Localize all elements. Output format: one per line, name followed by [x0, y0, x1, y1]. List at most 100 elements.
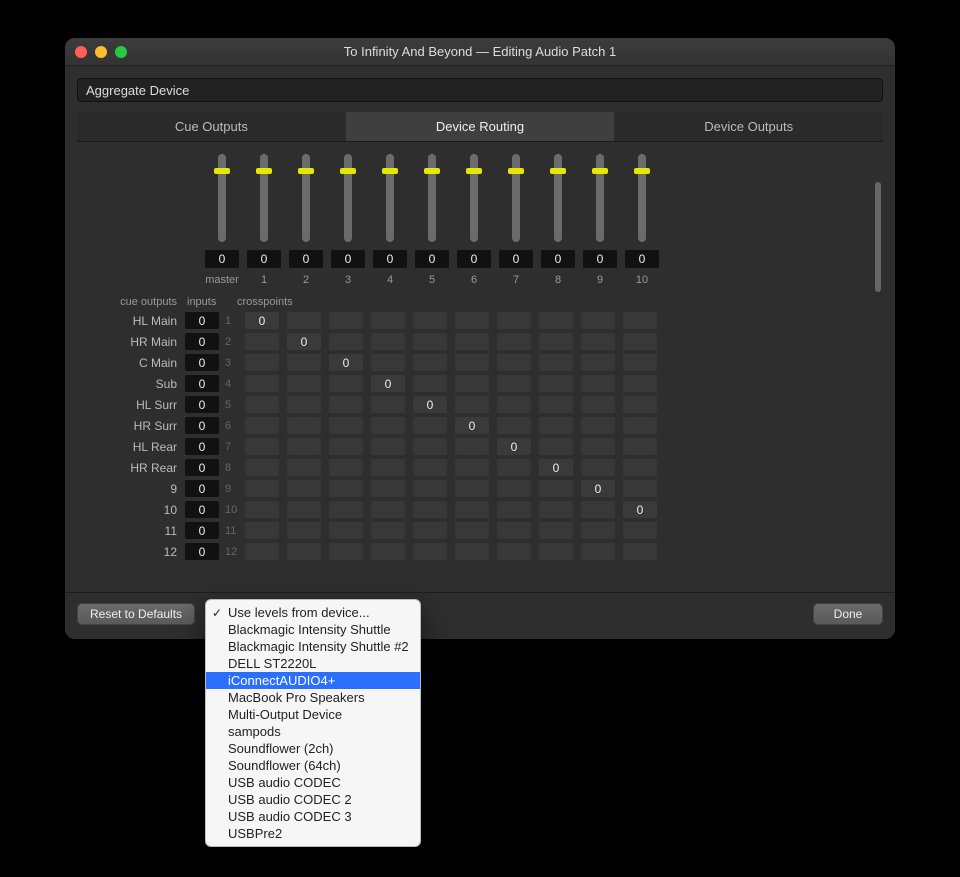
row-input-value[interactable]: 0 — [185, 522, 219, 539]
crosspoint-cell[interactable] — [581, 396, 615, 413]
level-slider[interactable] — [386, 154, 394, 242]
row-input-value[interactable]: 0 — [185, 501, 219, 518]
slider-thumb[interactable] — [382, 168, 398, 174]
crosspoint-cell[interactable] — [245, 501, 279, 518]
level-slider[interactable] — [596, 154, 604, 242]
device-select[interactable]: Aggregate Device — [77, 78, 883, 102]
crosspoint-cell[interactable] — [581, 459, 615, 476]
crosspoint-cell[interactable] — [287, 543, 321, 560]
crosspoint-cell[interactable] — [245, 354, 279, 371]
popup-item[interactable]: sampods — [206, 723, 420, 740]
row-input-value[interactable]: 0 — [185, 417, 219, 434]
crosspoint-cell[interactable] — [413, 543, 447, 560]
crosspoint-cell[interactable] — [371, 480, 405, 497]
crosspoint-cell[interactable] — [623, 333, 657, 350]
crosspoint-cell[interactable] — [413, 333, 447, 350]
level-slider[interactable] — [554, 154, 562, 242]
crosspoint-cell[interactable]: 0 — [539, 459, 573, 476]
level-slider[interactable] — [638, 154, 646, 242]
crosspoint-cell[interactable] — [497, 501, 531, 518]
crosspoint-cell[interactable] — [245, 375, 279, 392]
row-input-value[interactable]: 0 — [185, 333, 219, 350]
slider-thumb[interactable] — [592, 168, 608, 174]
crosspoint-cell[interactable] — [581, 543, 615, 560]
zoom-icon[interactable] — [115, 46, 127, 58]
close-icon[interactable] — [75, 46, 87, 58]
row-input-value[interactable]: 0 — [185, 480, 219, 497]
crosspoint-cell[interactable] — [371, 459, 405, 476]
crosspoint-cell[interactable] — [329, 417, 363, 434]
column-value[interactable]: 0 — [289, 250, 323, 268]
crosspoint-cell[interactable] — [455, 333, 489, 350]
level-slider[interactable] — [428, 154, 436, 242]
crosspoint-cell[interactable] — [245, 417, 279, 434]
column-value[interactable]: 0 — [541, 250, 575, 268]
crosspoint-cell[interactable] — [245, 459, 279, 476]
crosspoint-cell[interactable] — [329, 543, 363, 560]
crosspoint-cell[interactable] — [413, 417, 447, 434]
slider-thumb[interactable] — [424, 168, 440, 174]
crosspoint-cell[interactable] — [623, 459, 657, 476]
row-input-value[interactable]: 0 — [185, 459, 219, 476]
popup-item[interactable]: USB audio CODEC 2 — [206, 791, 420, 808]
popup-item[interactable]: iConnectAUDIO4+ — [206, 672, 420, 689]
crosspoint-cell[interactable] — [497, 375, 531, 392]
crosspoint-cell[interactable] — [539, 480, 573, 497]
row-input-value[interactable]: 0 — [185, 354, 219, 371]
crosspoint-cell[interactable] — [581, 375, 615, 392]
popup-item[interactable]: ✓Use levels from device... — [206, 604, 420, 621]
crosspoint-cell[interactable] — [329, 501, 363, 518]
crosspoint-cell[interactable] — [581, 438, 615, 455]
crosspoint-cell[interactable] — [371, 522, 405, 539]
crosspoint-cell[interactable] — [497, 480, 531, 497]
crosspoint-cell[interactable] — [455, 522, 489, 539]
column-value[interactable]: 0 — [373, 250, 407, 268]
popup-item[interactable]: Multi-Output Device — [206, 706, 420, 723]
crosspoint-cell[interactable] — [581, 417, 615, 434]
slider-thumb[interactable] — [214, 168, 230, 174]
crosspoint-cell[interactable] — [371, 501, 405, 518]
crosspoint-cell[interactable] — [287, 480, 321, 497]
popup-item[interactable]: MacBook Pro Speakers — [206, 689, 420, 706]
crosspoint-cell[interactable] — [623, 375, 657, 392]
crosspoint-cell[interactable]: 0 — [371, 375, 405, 392]
slider-thumb[interactable] — [634, 168, 650, 174]
column-value[interactable]: 0 — [205, 250, 239, 268]
crosspoint-cell[interactable] — [413, 438, 447, 455]
tab-device-outputs[interactable]: Device Outputs — [614, 112, 883, 142]
crosspoint-cell[interactable] — [539, 438, 573, 455]
crosspoint-cell[interactable] — [329, 438, 363, 455]
minimize-icon[interactable] — [95, 46, 107, 58]
crosspoint-cell[interactable] — [245, 480, 279, 497]
column-value[interactable]: 0 — [583, 250, 617, 268]
crosspoint-cell[interactable] — [623, 417, 657, 434]
crosspoint-cell[interactable] — [497, 417, 531, 434]
level-slider[interactable] — [302, 154, 310, 242]
slider-thumb[interactable] — [508, 168, 524, 174]
level-slider[interactable] — [470, 154, 478, 242]
slider-thumb[interactable] — [298, 168, 314, 174]
crosspoint-cell[interactable] — [623, 480, 657, 497]
popup-item[interactable]: Blackmagic Intensity Shuttle #2 — [206, 638, 420, 655]
crosspoint-cell[interactable] — [329, 459, 363, 476]
crosspoint-cell[interactable] — [581, 354, 615, 371]
slider-thumb[interactable] — [466, 168, 482, 174]
crosspoint-cell[interactable]: 0 — [623, 501, 657, 518]
crosspoint-cell[interactable] — [623, 354, 657, 371]
level-slider[interactable] — [218, 154, 226, 242]
crosspoint-cell[interactable] — [287, 354, 321, 371]
crosspoint-cell[interactable] — [329, 396, 363, 413]
reset-button[interactable]: Reset to Defaults — [77, 603, 195, 625]
column-value[interactable]: 0 — [331, 250, 365, 268]
crosspoint-cell[interactable] — [329, 522, 363, 539]
level-slider[interactable] — [344, 154, 352, 242]
crosspoint-cell[interactable] — [497, 522, 531, 539]
crosspoint-cell[interactable] — [455, 459, 489, 476]
column-value[interactable]: 0 — [415, 250, 449, 268]
crosspoint-cell[interactable]: 0 — [497, 438, 531, 455]
tab-device-routing[interactable]: Device Routing — [346, 112, 615, 142]
crosspoint-cell[interactable]: 0 — [287, 333, 321, 350]
crosspoint-cell[interactable] — [623, 438, 657, 455]
crosspoint-cell[interactable] — [245, 396, 279, 413]
popup-item[interactable]: DELL ST2220L — [206, 655, 420, 672]
